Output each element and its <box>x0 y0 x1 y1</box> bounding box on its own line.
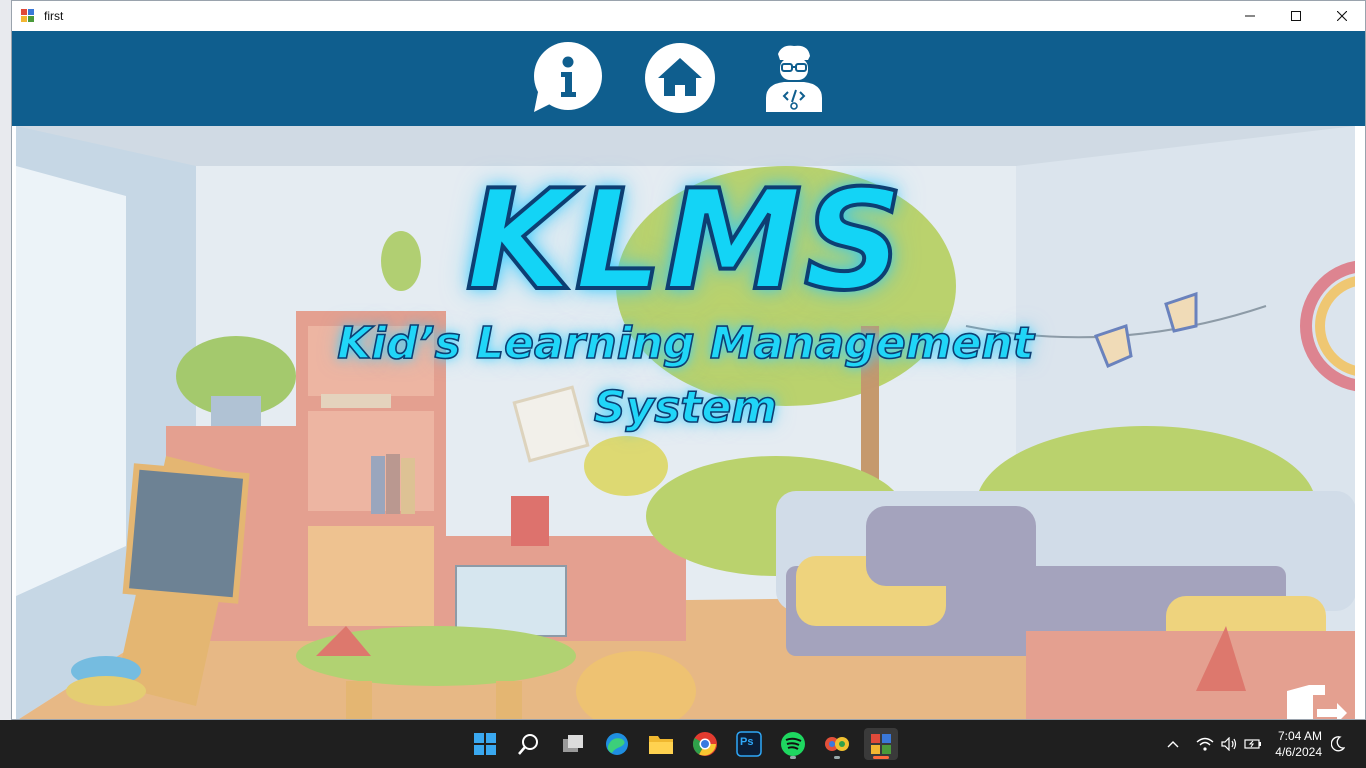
windows-start-icon <box>474 733 496 755</box>
app-subtitle-line1: Kid’s Learning Management <box>336 317 1034 370</box>
chevron-up-icon <box>1167 741 1179 748</box>
exit-door-icon <box>1287 685 1347 719</box>
clock-time: 7:04 AM <box>1277 729 1322 743</box>
developer-button[interactable] <box>758 42 830 114</box>
spotify-icon <box>781 732 805 756</box>
system-tray <box>1164 720 1266 768</box>
clock-date: 4/6/2024 <box>1275 745 1322 759</box>
running-indicator <box>834 756 840 759</box>
show-hidden-icons-button[interactable] <box>1164 734 1182 754</box>
hero-banner: KLMS Kid’s Learning Management System <box>16 126 1355 719</box>
app-subtitle-line2: System <box>593 381 778 434</box>
notifications-button[interactable] <box>1328 734 1348 754</box>
running-indicator <box>790 756 796 759</box>
battery-button[interactable] <box>1240 734 1266 754</box>
minimize-icon <box>1245 15 1255 17</box>
maximize-button[interactable] <box>1273 1 1319 31</box>
taskbar-clock[interactable]: 7:04 AM 4/6/2024 <box>1275 728 1322 760</box>
maximize-icon <box>1291 11 1301 21</box>
exit-button[interactable] <box>1283 685 1349 719</box>
task-view-icon <box>563 735 583 752</box>
info-button[interactable] <box>532 42 604 114</box>
close-icon <box>1337 11 1347 21</box>
active-app-button[interactable] <box>864 728 898 760</box>
minimize-button[interactable] <box>1227 1 1273 31</box>
active-app-icon <box>871 734 891 754</box>
taskbar: Ps 7:04 AM 4/6/2024 <box>0 720 1366 768</box>
home-button[interactable] <box>644 42 716 114</box>
file-explorer-icon <box>649 736 673 754</box>
taskbar-search-button[interactable] <box>513 728 545 760</box>
edge-button[interactable] <box>601 728 633 760</box>
nav-bar <box>12 31 1365 126</box>
photoshop-label: Ps <box>740 736 754 748</box>
start-button[interactable] <box>469 728 501 760</box>
app-window: first KLMS Kid’s Learning Management Sys… <box>11 0 1366 720</box>
chrome-icon <box>692 732 717 756</box>
spotify-button[interactable] <box>777 728 809 760</box>
wifi-icon <box>1196 737 1214 751</box>
photoshop-button[interactable]: Ps <box>733 728 765 760</box>
moon-do-not-disturb-icon <box>1331 736 1345 752</box>
app-window-icon <box>21 9 35 23</box>
search-icon <box>518 734 538 755</box>
network-button[interactable] <box>1192 734 1218 754</box>
title-bar: first <box>12 1 1365 31</box>
window-title: first <box>44 9 64 23</box>
speaker-icon <box>1221 737 1237 751</box>
task-view-button[interactable] <box>557 728 589 760</box>
file-explorer-button[interactable] <box>645 728 677 760</box>
app-icon <box>825 737 849 751</box>
window-controls <box>1227 1 1365 31</box>
developer-avatar-icon <box>766 45 822 112</box>
app-title: KLMS <box>464 158 906 323</box>
close-button[interactable] <box>1319 1 1365 31</box>
info-speech-bubble-icon <box>534 42 602 112</box>
chrome-button[interactable] <box>689 728 721 760</box>
battery-charging-icon <box>1244 739 1261 749</box>
active-indicator <box>873 756 889 759</box>
edge-icon <box>606 733 628 755</box>
home-icon <box>645 43 715 113</box>
volume-button[interactable] <box>1218 734 1240 754</box>
app-button[interactable] <box>821 728 853 760</box>
